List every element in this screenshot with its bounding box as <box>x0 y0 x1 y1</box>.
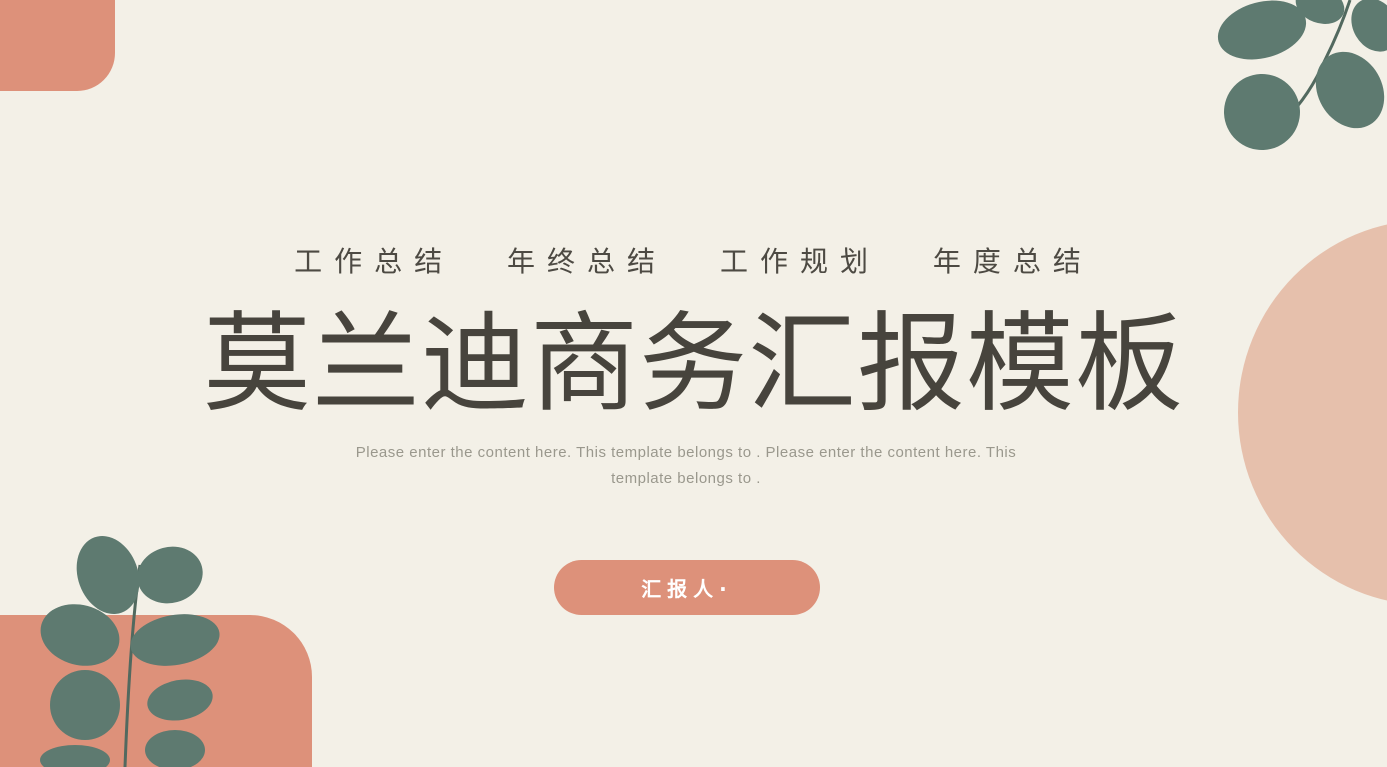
subtitle-line: template belongs to . <box>611 470 761 487</box>
subtitle-line: Please enter the content here. This temp… <box>355 444 1017 461</box>
tag-item: 年度总结 <box>932 245 1093 278</box>
slide: 工作总结 年终总结 工作规划 年度总结 莫兰迪商务汇报模板 Please ent… <box>0 0 1387 767</box>
tag-item: 工作规划 <box>719 245 880 278</box>
leaf-sprig-icon <box>40 536 220 767</box>
leaf-branch-icon <box>1217 0 1387 150</box>
tag-item: 年终总结 <box>507 245 668 278</box>
tag-item: 工作总结 <box>294 245 455 278</box>
subtitle: Please enter the content here. This temp… <box>300 440 1072 492</box>
page-title: 莫兰迪商务汇报模板 <box>202 302 1184 427</box>
corner-shape-top-left <box>0 0 115 91</box>
tag-row: 工作总结 年终总结 工作规划 年度总结 <box>0 240 1387 280</box>
reporter-button[interactable]: 汇报人· <box>554 560 820 615</box>
reporter-label: 汇报人· <box>641 577 733 601</box>
